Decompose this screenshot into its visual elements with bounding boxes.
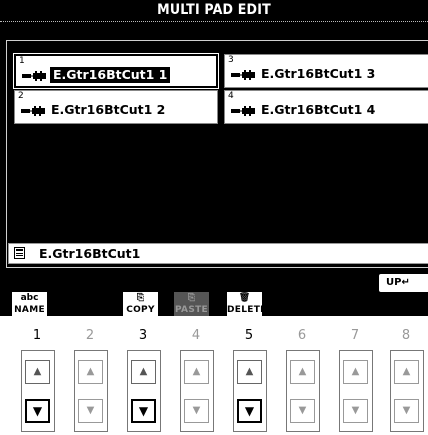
guitar-icon — [231, 70, 255, 80]
copy-icon: ⎘ — [136, 293, 145, 303]
lcd-screen: MULTI PAD EDIT 1 E.Gtr16BtCut1 1 3 E.Gtr… — [0, 0, 428, 316]
down-arrow-button[interactable]: ▼ — [237, 399, 262, 423]
button-column-5: 5 ▲ ▼ — [229, 316, 269, 435]
guitar-icon — [21, 106, 45, 116]
name-button[interactable]: abc NAME — [12, 292, 47, 316]
up-arrow-button[interactable]: ▲ — [394, 360, 419, 384]
bank-name: E.Gtr16BtCut1 — [39, 246, 141, 261]
pad-item-2[interactable]: 2 E.Gtr16BtCut1 2 — [14, 90, 218, 124]
guitar-icon — [231, 106, 255, 116]
delete-button-label: DELETE — [227, 305, 267, 315]
bank-name-field[interactable]: E.Gtr16BtCut1 — [8, 243, 428, 264]
down-arrow-button[interactable]: ▼ — [290, 399, 315, 423]
guitar-icon — [22, 71, 46, 81]
column-number: 6 — [297, 328, 307, 343]
title-divider — [0, 21, 428, 22]
pad-name: E.Gtr16BtCut1 1 — [50, 67, 171, 83]
up-arrow-button[interactable]: ▲ — [184, 360, 209, 384]
down-arrow-button[interactable]: ▼ — [343, 399, 368, 423]
down-arrow-button[interactable]: ▼ — [25, 399, 50, 423]
button-column-3: 3 ▲ ▼ — [123, 316, 163, 435]
paste-icon: ⎘ — [187, 293, 196, 303]
column-number: 2 — [85, 328, 95, 343]
up-button[interactable]: UP↵ — [379, 274, 428, 292]
copy-button[interactable]: ⎘ COPY — [123, 292, 158, 316]
paste-button[interactable]: ⎘ PASTE — [174, 292, 209, 316]
button-column-6: 6 ▲ ▼ — [282, 316, 322, 435]
up-arrow-button[interactable]: ▲ — [25, 360, 50, 384]
button-column-7: 7 ▲ ▼ — [335, 316, 375, 435]
column-number: 8 — [401, 328, 411, 343]
up-arrow-button[interactable]: ▲ — [290, 360, 315, 384]
down-arrow-button[interactable]: ▼ — [78, 399, 103, 423]
up-arrow-button[interactable]: ▲ — [343, 360, 368, 384]
trash-icon: 🗑 — [238, 293, 251, 303]
file-icon — [14, 247, 25, 259]
panel-buttons: 1 ▲ ▼ 2 ▲ ▼ 3 ▲ ▼ 4 ▲ ▼ 5 ▲ ▼ 6 ▲ ▼ 7 ▲ … — [0, 316, 428, 435]
pad-number: 2 — [18, 91, 24, 101]
page-title: MULTI PAD EDIT — [0, 0, 428, 20]
delete-button[interactable]: 🗑 DELETE — [227, 292, 267, 316]
up-arrow-button[interactable]: ▲ — [237, 360, 262, 384]
down-arrow-button[interactable]: ▼ — [184, 399, 209, 423]
pad-item-4[interactable]: 4 E.Gtr16BtCut1 4 — [224, 90, 428, 124]
up-label: UP — [386, 277, 402, 288]
button-column-1: 1 ▲ ▼ — [17, 316, 57, 435]
paste-button-label: PASTE — [174, 305, 208, 315]
name-button-label: NAME — [14, 305, 45, 315]
button-column-8: 8 ▲ ▼ — [386, 316, 426, 435]
return-arrow-icon: ↵ — [401, 277, 410, 288]
pad-name: E.Gtr16BtCut1 3 — [261, 66, 376, 81]
column-number: 5 — [244, 328, 254, 343]
column-number: 3 — [138, 328, 148, 343]
pad-name: E.Gtr16BtCut1 4 — [261, 102, 376, 117]
down-arrow-button[interactable]: ▼ — [394, 399, 419, 423]
button-column-2: 2 ▲ ▼ — [70, 316, 110, 435]
pad-item-3[interactable]: 3 E.Gtr16BtCut1 3 — [224, 54, 428, 88]
pad-number: 3 — [228, 55, 234, 65]
pad-number: 1 — [19, 56, 25, 66]
copy-button-label: COPY — [126, 305, 155, 315]
column-number: 1 — [32, 328, 42, 343]
pad-name: E.Gtr16BtCut1 2 — [51, 102, 166, 117]
button-column-4: 4 ▲ ▼ — [176, 316, 216, 435]
down-arrow-button[interactable]: ▼ — [131, 399, 156, 423]
up-arrow-button[interactable]: ▲ — [78, 360, 103, 384]
column-number: 4 — [191, 328, 201, 343]
pad-item-1[interactable]: 1 E.Gtr16BtCut1 1 — [14, 54, 218, 88]
column-number: 7 — [350, 328, 360, 343]
pad-number: 4 — [228, 91, 234, 101]
abc-icon: abc — [20, 293, 39, 303]
up-arrow-button[interactable]: ▲ — [131, 360, 156, 384]
